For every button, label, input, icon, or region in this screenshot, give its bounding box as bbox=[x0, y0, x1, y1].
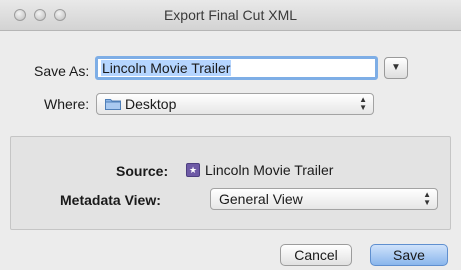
metadata-view-label: Metadata View: bbox=[60, 192, 161, 208]
export-dialog: Export Final Cut XML Save As: Lincoln Mo… bbox=[0, 0, 461, 270]
up-down-arrows-icon: ▲ ▼ bbox=[359, 95, 367, 112]
options-panel bbox=[10, 136, 451, 230]
folder-icon bbox=[105, 99, 121, 110]
save-as-label: Save As: bbox=[34, 63, 90, 79]
cancel-button[interactable]: Cancel bbox=[280, 244, 352, 266]
project-icon: ★ bbox=[186, 163, 200, 177]
up-down-arrows-icon: ▲ ▼ bbox=[423, 190, 431, 207]
source-value: Lincoln Movie Trailer bbox=[205, 162, 334, 178]
save-as-value: Lincoln Movie Trailer bbox=[101, 60, 232, 76]
chevron-down-icon: ▼ bbox=[391, 62, 401, 73]
source-label: Source: bbox=[116, 163, 169, 179]
metadata-view-popup[interactable]: General View ▲ ▼ bbox=[210, 188, 438, 210]
expand-browser-button[interactable]: ▼ bbox=[384, 57, 408, 79]
where-value: Desktop bbox=[125, 96, 177, 112]
save-as-field[interactable]: Lincoln Movie Trailer bbox=[95, 56, 378, 80]
title-bar: Export Final Cut XML bbox=[0, 0, 461, 31]
window-title: Export Final Cut XML bbox=[163, 7, 298, 23]
save-button[interactable]: Save bbox=[370, 244, 448, 266]
metadata-view-value: General View bbox=[219, 191, 303, 207]
where-label: Where: bbox=[44, 96, 90, 112]
where-popup[interactable]: Desktop ▲ ▼ bbox=[96, 93, 374, 115]
